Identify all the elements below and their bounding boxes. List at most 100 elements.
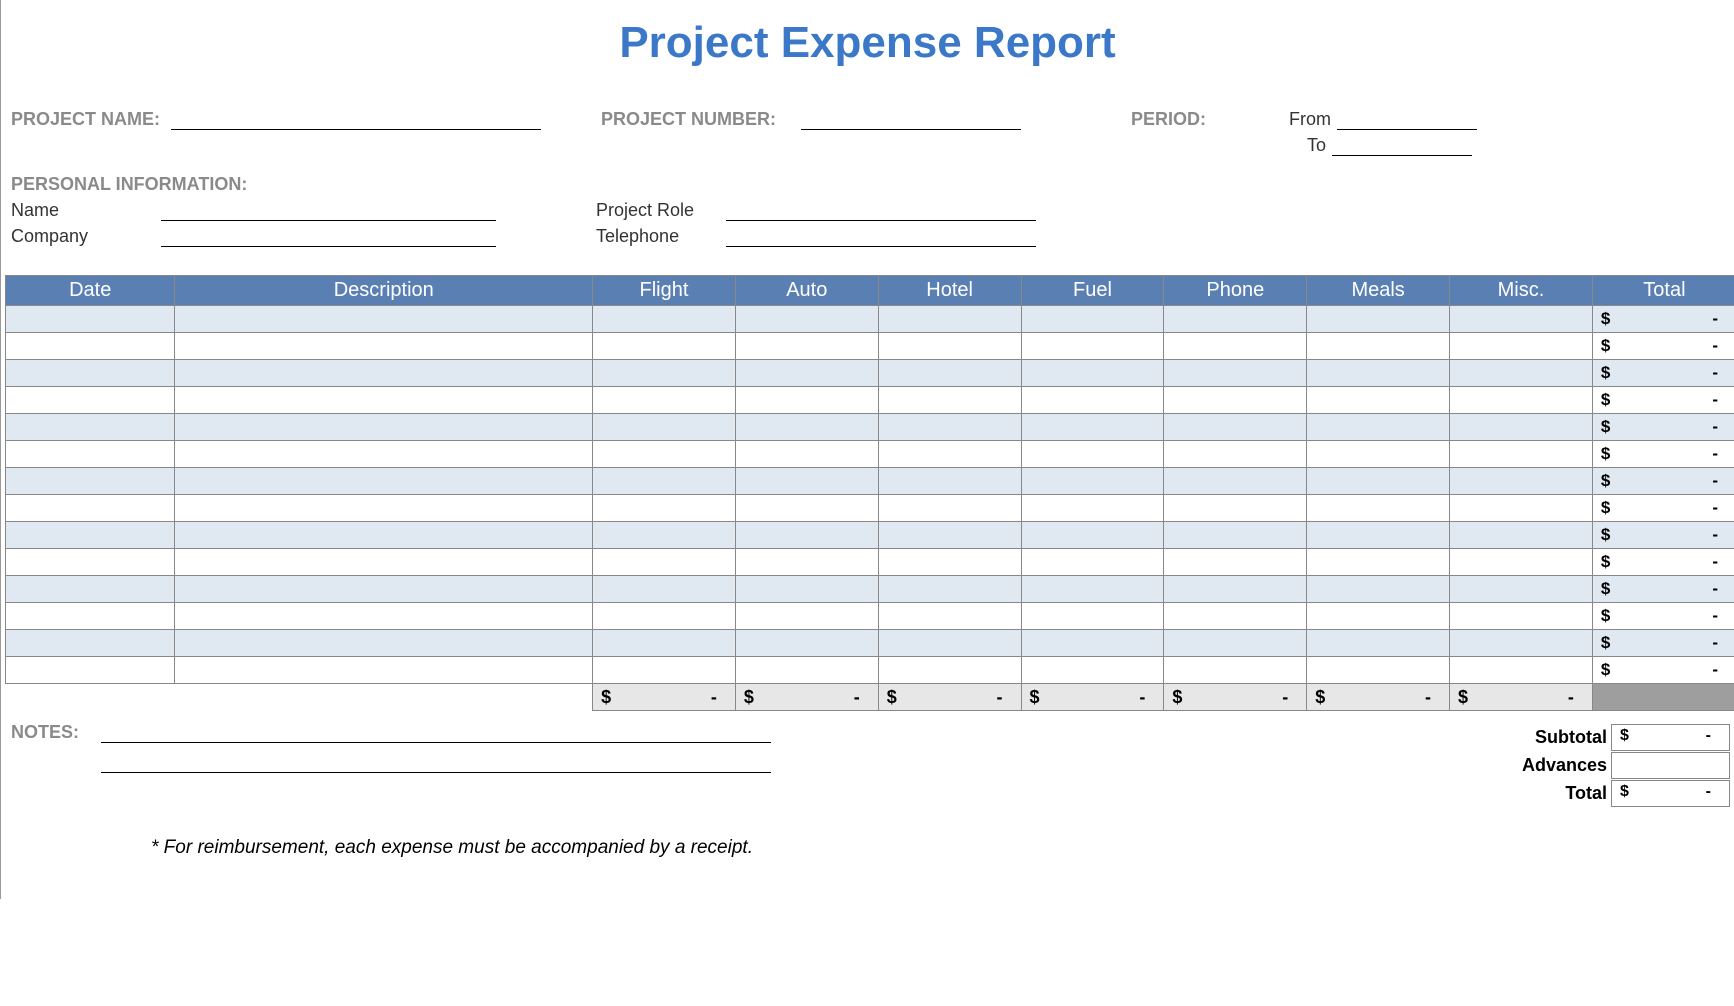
cell[interactable] [1021, 576, 1164, 603]
cell[interactable] [175, 549, 593, 576]
cell[interactable] [593, 495, 736, 522]
cell[interactable] [1164, 387, 1307, 414]
cell[interactable] [878, 495, 1021, 522]
cell[interactable] [878, 522, 1021, 549]
cell[interactable] [1450, 630, 1593, 657]
cell[interactable] [878, 387, 1021, 414]
cell[interactable] [1021, 414, 1164, 441]
cell[interactable] [1164, 495, 1307, 522]
cell[interactable] [175, 360, 593, 387]
name-input[interactable] [161, 199, 496, 221]
company-input[interactable] [161, 225, 496, 247]
cell[interactable] [1164, 333, 1307, 360]
cell[interactable] [735, 576, 878, 603]
cell[interactable] [735, 522, 878, 549]
cell[interactable] [1164, 603, 1307, 630]
cell[interactable] [878, 603, 1021, 630]
cell[interactable] [1164, 468, 1307, 495]
cell[interactable] [593, 333, 736, 360]
cell[interactable] [1450, 387, 1593, 414]
cell[interactable] [593, 576, 736, 603]
cell[interactable] [1450, 333, 1593, 360]
cell[interactable] [735, 306, 878, 333]
cell[interactable] [593, 360, 736, 387]
cell[interactable] [1450, 576, 1593, 603]
cell[interactable] [735, 333, 878, 360]
cell[interactable] [1164, 522, 1307, 549]
cell[interactable] [1307, 468, 1450, 495]
cell[interactable] [1164, 630, 1307, 657]
cell[interactable] [175, 495, 593, 522]
cell[interactable] [593, 306, 736, 333]
cell[interactable] [1307, 657, 1450, 684]
notes-line-2[interactable] [101, 749, 771, 773]
cell[interactable] [1450, 306, 1593, 333]
cell[interactable] [6, 306, 175, 333]
cell[interactable] [735, 441, 878, 468]
cell[interactable] [1307, 522, 1450, 549]
cell[interactable] [878, 306, 1021, 333]
cell[interactable] [175, 387, 593, 414]
cell[interactable] [175, 333, 593, 360]
cell[interactable] [6, 495, 175, 522]
cell[interactable] [735, 549, 878, 576]
cell[interactable] [1450, 441, 1593, 468]
cell[interactable] [593, 522, 736, 549]
cell[interactable] [1307, 360, 1450, 387]
cell[interactable] [1450, 657, 1593, 684]
cell[interactable] [1164, 306, 1307, 333]
cell[interactable] [6, 630, 175, 657]
cell[interactable] [1307, 333, 1450, 360]
cell[interactable] [593, 549, 736, 576]
cell[interactable] [1450, 360, 1593, 387]
cell[interactable] [1021, 360, 1164, 387]
cell[interactable] [735, 495, 878, 522]
cell[interactable] [1307, 387, 1450, 414]
cell[interactable] [175, 522, 593, 549]
cell[interactable] [878, 657, 1021, 684]
cell[interactable] [1307, 603, 1450, 630]
cell[interactable] [593, 630, 736, 657]
cell[interactable] [735, 630, 878, 657]
cell[interactable] [1021, 603, 1164, 630]
cell[interactable] [1164, 414, 1307, 441]
cell[interactable] [1307, 549, 1450, 576]
cell[interactable] [175, 468, 593, 495]
cell[interactable] [878, 441, 1021, 468]
cell[interactable] [6, 576, 175, 603]
cell[interactable] [1021, 630, 1164, 657]
cell[interactable] [6, 549, 175, 576]
cell[interactable] [1450, 468, 1593, 495]
cell[interactable] [1450, 549, 1593, 576]
cell[interactable] [1021, 387, 1164, 414]
cell[interactable] [1307, 576, 1450, 603]
cell[interactable] [6, 414, 175, 441]
period-from-input[interactable] [1337, 108, 1477, 130]
cell[interactable] [175, 630, 593, 657]
cell[interactable] [175, 441, 593, 468]
telephone-input[interactable] [726, 225, 1036, 247]
cell[interactable] [878, 360, 1021, 387]
cell[interactable] [175, 603, 593, 630]
cell[interactable] [1021, 306, 1164, 333]
cell[interactable] [6, 603, 175, 630]
cell[interactable] [1450, 495, 1593, 522]
cell[interactable] [1021, 549, 1164, 576]
period-to-input[interactable] [1332, 134, 1472, 156]
cell[interactable] [735, 468, 878, 495]
cell[interactable] [878, 468, 1021, 495]
cell[interactable] [1164, 549, 1307, 576]
cell[interactable] [878, 630, 1021, 657]
cell[interactable] [1021, 441, 1164, 468]
cell[interactable] [735, 360, 878, 387]
notes-line-1[interactable] [101, 719, 771, 743]
cell[interactable] [1021, 495, 1164, 522]
cell[interactable] [1307, 630, 1450, 657]
cell[interactable] [1021, 333, 1164, 360]
cell[interactable] [1450, 414, 1593, 441]
cell[interactable] [6, 360, 175, 387]
cell[interactable] [878, 549, 1021, 576]
cell[interactable] [1307, 414, 1450, 441]
cell[interactable] [175, 414, 593, 441]
cell[interactable] [1164, 360, 1307, 387]
